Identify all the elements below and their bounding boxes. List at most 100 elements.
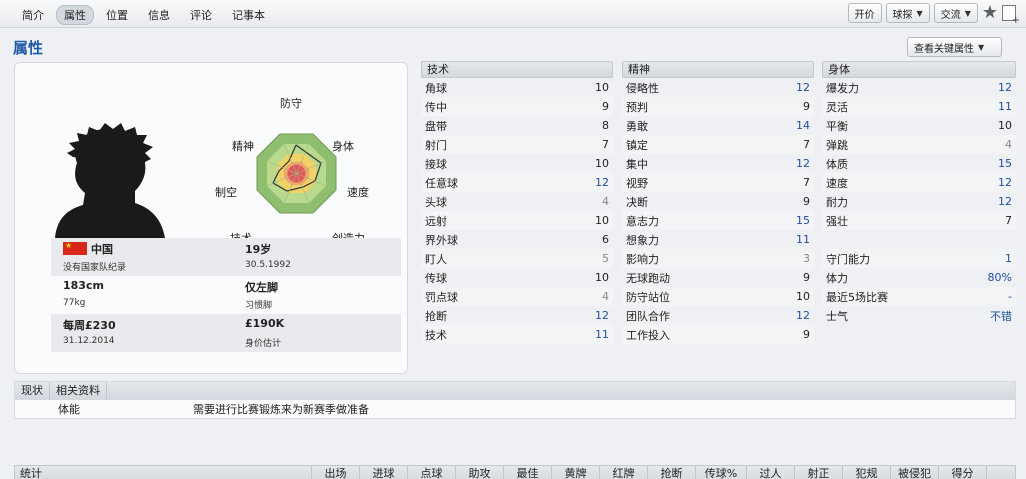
attribute-value: -: [1008, 290, 1012, 303]
radar-label-physical: 身体: [332, 139, 354, 153]
stats-column-header[interactable]: 得分: [939, 466, 987, 479]
action-buttons: 开价 球探 ▼ 交流 ▼ ★: [847, 3, 1020, 26]
attribute-name: 体力: [826, 271, 848, 285]
stats-column-header[interactable]: 出场: [312, 466, 360, 479]
attribute-row: 角球 10: [421, 78, 613, 97]
tab-notes[interactable]: 记事本: [224, 5, 273, 25]
attribute-name: 影响力: [626, 252, 659, 266]
radar-label-aerial: 制空: [215, 185, 237, 199]
player-profile-card: 防守 身体 速度 创造力 进攻 技术 制空 精神 中国 没有国家队纪录 19岁 …: [14, 62, 408, 374]
status-label: 体能: [58, 403, 80, 416]
attribute-value: 7: [803, 138, 810, 151]
attribute-value: 10: [595, 81, 609, 94]
attribute-name: 爆发力: [826, 81, 859, 95]
interact-button[interactable]: 交流 ▼: [933, 3, 978, 23]
attribute-name: 士气: [826, 309, 848, 323]
tab-overview[interactable]: 简介: [14, 5, 52, 25]
attribute-value: 12: [595, 176, 609, 189]
attribute-name: 平衡: [826, 119, 848, 133]
scout-button[interactable]: 球探 ▼: [885, 3, 930, 23]
attribute-value: 12: [998, 195, 1012, 208]
stats-column-header[interactable]: 被侵犯: [891, 466, 939, 479]
attribute-value: 15: [796, 214, 810, 227]
make-offer-label: 开价: [854, 9, 875, 21]
attribute-name: 远射: [425, 214, 447, 228]
attribute-name: 盘带: [425, 119, 447, 133]
page-title: 属性: [13, 39, 44, 57]
height: 183cm: [63, 279, 104, 292]
profile-tabs: 简介 属性 位置 信息 评论 记事本: [14, 5, 273, 25]
attribute-name: 灵活: [826, 100, 848, 114]
attribute-value: 9: [803, 328, 810, 341]
radar-label-mental: 精神: [232, 139, 254, 153]
make-offer-button[interactable]: 开价: [847, 3, 882, 23]
nation-name[interactable]: 中国: [91, 243, 113, 256]
stats-column-header[interactable]: 红牌: [600, 466, 648, 479]
info-row-wage-value: 每周£230 31.12.2014 £190K 身价估计: [51, 314, 401, 352]
attribute-name: 勇敢: [626, 119, 648, 133]
attribute-name: 角球: [425, 81, 447, 95]
spacer-row: [822, 230, 1016, 249]
attribute-row: 界外球 6: [421, 230, 613, 249]
tab-positions[interactable]: 位置: [98, 5, 136, 25]
attribute-name: 强壮: [826, 214, 848, 228]
attribute-row: 体质 15: [822, 154, 1016, 173]
value: £190K: [245, 317, 285, 330]
mental-header: 精神: [622, 61, 814, 78]
stats-column-header[interactable]: 射正: [795, 466, 843, 479]
tab-attributes[interactable]: 属性: [56, 5, 94, 25]
attribute-row: 任意球 12: [421, 173, 613, 192]
attribute-row: 射门 7: [421, 135, 613, 154]
tab-status[interactable]: 现状: [15, 382, 50, 400]
stats-column-header[interactable]: 黄牌: [552, 466, 600, 479]
date-of-birth: 30.5.1992: [245, 260, 291, 270]
star-icon[interactable]: ★: [982, 3, 998, 23]
attribute-name: 守门能力: [826, 252, 870, 266]
attribute-value: 14: [796, 119, 810, 132]
attribute-row: 技术 11: [421, 325, 613, 344]
stats-column-header[interactable]: 助攻: [456, 466, 504, 479]
stats-column-header[interactable]: 犯规: [843, 466, 891, 479]
physical-attributes: 身体 爆发力 12 灵活 11 平衡 10 弹跳 4 体质 15 速度 12 耐力 12 强壮 7 守门能力 1 体…: [822, 61, 1016, 325]
tab-reports[interactable]: 评论: [182, 5, 220, 25]
stats-column-header[interactable]: 最佳: [504, 466, 552, 479]
attribute-value: 9: [803, 100, 810, 113]
stats-column-header[interactable]: 点球: [408, 466, 456, 479]
attribute-row: 头球 4: [421, 192, 613, 211]
attribute-value: 7: [602, 138, 609, 151]
attribute-value: 4: [1005, 138, 1012, 151]
attribute-row: 速度 12: [822, 173, 1016, 192]
attribute-name: 视野: [626, 176, 648, 190]
attribute-value: 11: [595, 328, 609, 341]
wage: 每周£230: [63, 319, 116, 332]
stats-column-header[interactable]: 过人: [747, 466, 795, 479]
attribute-value: 12: [998, 81, 1012, 94]
attribute-value: 11: [998, 100, 1012, 113]
radar-label-defending: 防守: [280, 96, 302, 110]
attribute-value: 11: [796, 233, 810, 246]
interact-label: 交流: [940, 9, 961, 21]
contract-expiry: 31.12.2014: [63, 336, 115, 346]
attribute-name: 预判: [626, 100, 648, 114]
attribute-value: 4: [602, 290, 609, 303]
age: 19岁: [245, 243, 272, 256]
attribute-name: 最近5场比赛: [826, 290, 888, 304]
add-note-icon[interactable]: [1002, 5, 1020, 26]
tab-information[interactable]: 信息: [140, 5, 178, 25]
key-attributes-button[interactable]: 查看关键属性 ▼: [907, 37, 1002, 57]
attribute-row: 爆发力 12: [822, 78, 1016, 97]
attribute-row: 侵略性 12: [622, 78, 814, 97]
attribute-row: 勇敢 14: [622, 116, 814, 135]
stats-column-header[interactable]: 抢断: [648, 466, 696, 479]
tab-related[interactable]: 相关资料: [50, 382, 107, 400]
stats-title: 统计: [15, 466, 312, 479]
stats-column-header[interactable]: 进球: [360, 466, 408, 479]
attribute-row: 耐力 12: [822, 192, 1016, 211]
chevron-down-icon: ▼: [978, 42, 985, 52]
attribute-value: 7: [803, 176, 810, 189]
attribute-row: 平衡 10: [822, 116, 1016, 135]
stats-column-header[interactable]: 传球%: [696, 466, 747, 479]
attribute-value: 10: [595, 214, 609, 227]
attribute-value: 12: [998, 176, 1012, 189]
attribute-name: 团队合作: [626, 309, 670, 323]
